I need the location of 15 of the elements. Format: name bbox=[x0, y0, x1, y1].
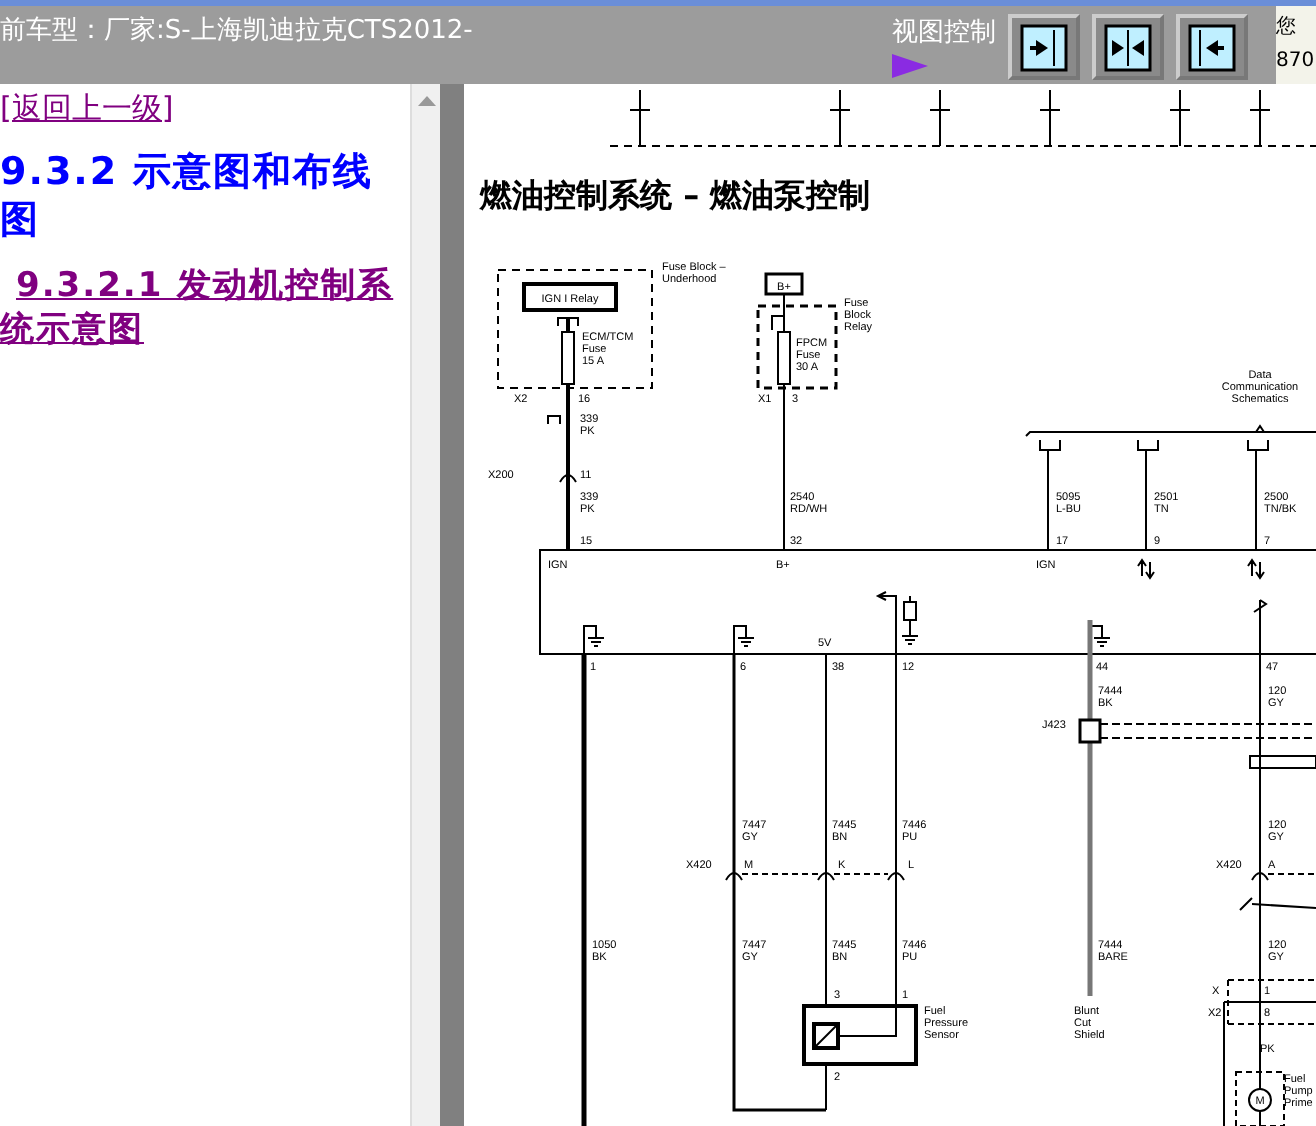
diagram-title: 燃油控制系统 – 燃油泵控制 bbox=[480, 176, 871, 218]
user-info-text: 870 bbox=[1276, 48, 1316, 76]
expand-left-icon bbox=[1188, 23, 1236, 71]
scrollbar[interactable] bbox=[410, 84, 440, 1126]
section-heading: 9.3.2 示意图和布线图 bbox=[0, 148, 376, 244]
expand-right-icon bbox=[1020, 23, 1068, 71]
expand-right-button[interactable] bbox=[1008, 14, 1080, 80]
user-info-text: 您 bbox=[1276, 14, 1298, 42]
center-split-icon bbox=[1104, 23, 1152, 71]
subsection-link[interactable]: 9.3.2.1 发动机控制系统示意图 bbox=[0, 264, 410, 352]
expand-left-button[interactable] bbox=[1176, 14, 1248, 80]
center-split-button[interactable] bbox=[1092, 14, 1164, 80]
vehicle-model-text: 前车型：厂家:S-上海凯迪拉克CTS2012- bbox=[0, 14, 475, 48]
back-link[interactable]: [返回上一级] bbox=[0, 90, 174, 128]
view-control-label: 视图控制 bbox=[892, 16, 998, 50]
